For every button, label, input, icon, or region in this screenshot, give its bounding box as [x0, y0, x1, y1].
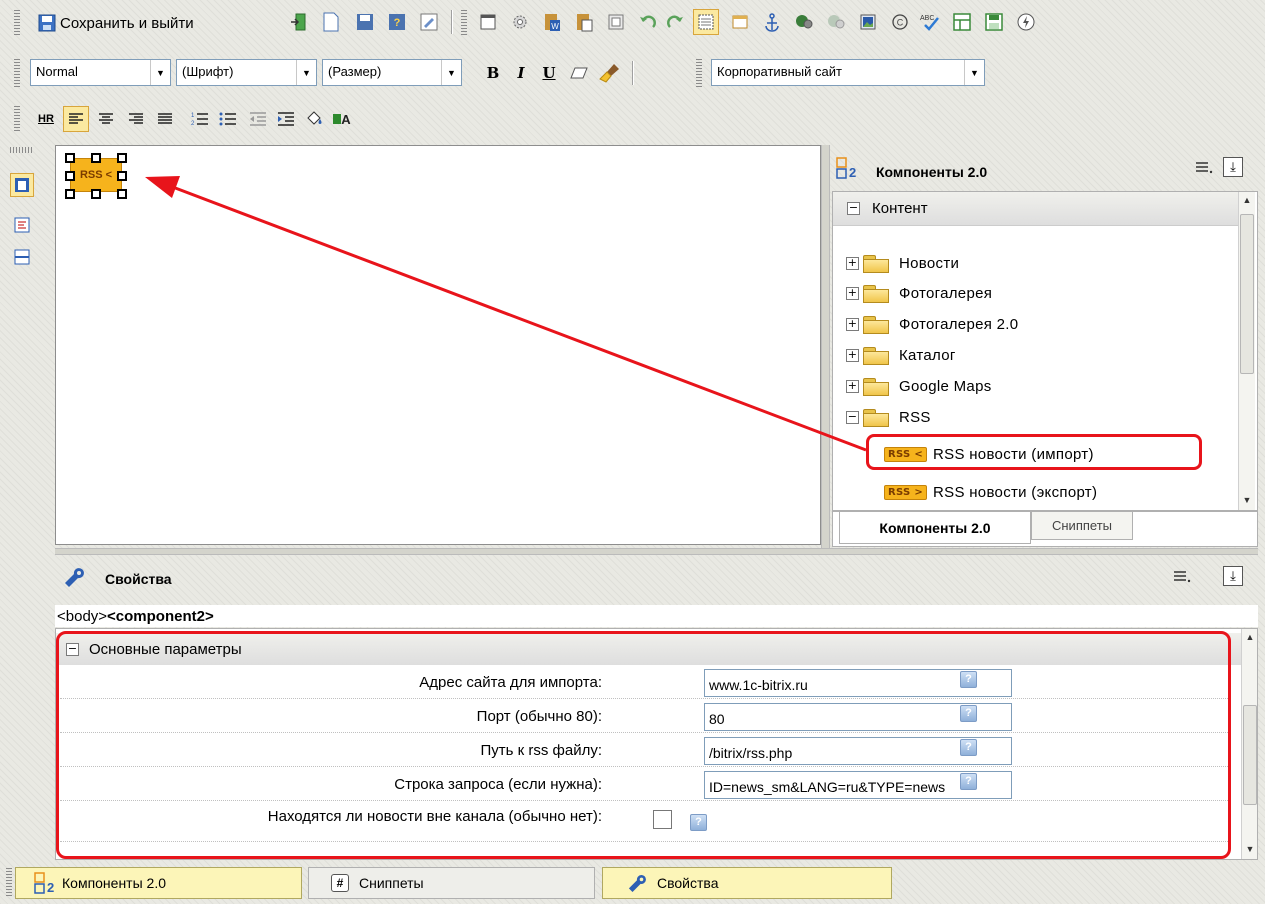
annotation-arrow [145, 176, 867, 452]
taskbar-grip[interactable] [6, 868, 12, 898]
snippet-hash-icon: # [331, 874, 349, 892]
bottom-tab-label: Сниппеты [359, 875, 424, 891]
bottom-tab-snippets[interactable]: # Сниппеты [308, 867, 595, 899]
wrench-icon [628, 874, 646, 892]
bottom-tab-label: Компоненты 2.0 [62, 875, 167, 891]
bottom-tab-properties[interactable]: Свойства [602, 867, 892, 899]
svg-text:2: 2 [47, 880, 54, 894]
bottom-tab-components[interactable]: 2 Компоненты 2.0 [15, 867, 302, 899]
bottom-tab-label: Свойства [657, 875, 719, 891]
components-2-icon: 2 [34, 872, 54, 894]
